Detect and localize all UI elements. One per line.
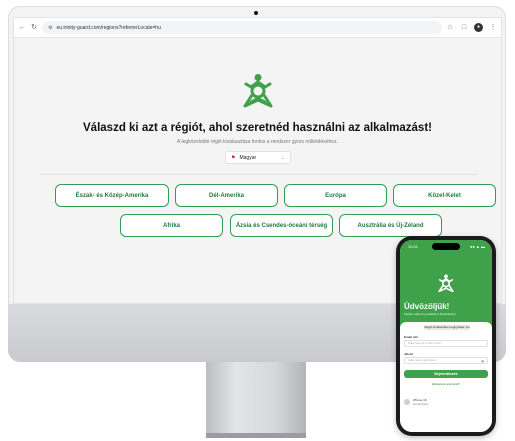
iphone-mockup: 10:41 ●● ▲ ▬ Üdvözöljük! Kérjük, adja me… xyxy=(396,236,496,436)
profile-icon[interactable]: ● xyxy=(474,23,483,32)
chevron-down-icon: ⌄ xyxy=(280,154,285,161)
email-placeholder: Adja meg az email címét xyxy=(408,341,441,345)
browser-toolbar: ← ↻ ⚙ eu.trinity-guard.com/regions?refer… xyxy=(14,18,501,38)
region-button-middle-east[interactable]: Közel-Kelet xyxy=(393,184,496,207)
language-select[interactable]: ⚑ Magyar ⌄ xyxy=(225,151,291,164)
device-item[interactable]: iPhone 16 Eszközlista xyxy=(404,398,428,406)
device-icon xyxy=(404,399,410,405)
region-chip[interactable]: Régió kiválasztás megnyitása: Hu xyxy=(424,325,470,330)
reload-icon[interactable]: ↻ xyxy=(30,24,38,32)
trinity-guard-logo-icon xyxy=(437,274,455,293)
password-placeholder: Adja meg a jelszavát xyxy=(408,358,436,362)
imac-stand-base xyxy=(206,433,306,438)
region-button-south-america[interactable]: Dél-Amerika xyxy=(175,184,278,207)
page-title: Válaszd ki azt a régiót, ahol szeretnéd … xyxy=(83,122,432,134)
back-arrow-icon[interactable]: ← xyxy=(18,24,26,32)
address-bar[interactable]: ⚙ eu.trinity-guard.com/regions?referrerL… xyxy=(42,21,442,34)
welcome-title: Üdvözöljük! xyxy=(404,302,450,311)
menu-dots-icon[interactable]: ⋮ xyxy=(489,24,497,32)
site-info-icon[interactable]: ⚙ xyxy=(48,25,52,31)
eye-icon[interactable]: ◉ xyxy=(481,359,484,363)
phone-screen: 10:41 ●● ▲ ▬ Üdvözöljük! Kérjük, adja me… xyxy=(400,240,492,432)
trinity-guard-logo-icon xyxy=(241,73,275,109)
toolbar-actions: ☆ □ ● ⋮ xyxy=(446,23,497,32)
status-icons: ●● ▲ ▬ xyxy=(469,244,485,249)
region-button-europe[interactable]: Európa xyxy=(284,184,387,207)
region-button-australia-nz[interactable]: Ausztrália és Új-Zéland xyxy=(339,214,442,237)
language-value: Magyar xyxy=(239,154,257,161)
page-subtitle: A legközelebbi régió kiválasztása fontos… xyxy=(177,139,338,145)
region-button-asia-pacific[interactable]: Ázsia és Csendes-óceáni térség xyxy=(230,214,333,237)
camera-dot xyxy=(254,11,258,15)
forgot-password-link[interactable]: Elfelejtette jelszavát? xyxy=(400,382,492,386)
welcome-subtitle: Kérjük, adja meg adatait a folytatáshoz xyxy=(404,312,456,316)
flag-icon: ⚑ xyxy=(231,154,236,161)
login-button[interactable]: Bejelentkezés xyxy=(404,370,488,378)
star-icon[interactable]: ☆ xyxy=(446,24,454,32)
url-text: eu.trinity-guard.com/regions?referrerLoc… xyxy=(56,24,161,31)
dynamic-island xyxy=(432,243,460,250)
status-time: 10:41 xyxy=(408,244,419,249)
region-button-africa[interactable]: Afrika xyxy=(120,214,223,237)
email-field[interactable]: Adja meg az email címét xyxy=(404,340,488,347)
device-sub: Eszközlista xyxy=(413,402,429,406)
email-label: Email cím xyxy=(404,335,419,339)
region-button-north-central-america[interactable]: Észak- és Közép-Amerika xyxy=(55,184,169,207)
password-field[interactable]: Adja meg a jelszavát ◉ xyxy=(404,357,488,364)
extensions-icon[interactable]: □ xyxy=(460,24,468,32)
divider xyxy=(40,174,477,175)
imac-stand xyxy=(206,362,306,436)
password-label: Jelszó xyxy=(404,352,414,356)
